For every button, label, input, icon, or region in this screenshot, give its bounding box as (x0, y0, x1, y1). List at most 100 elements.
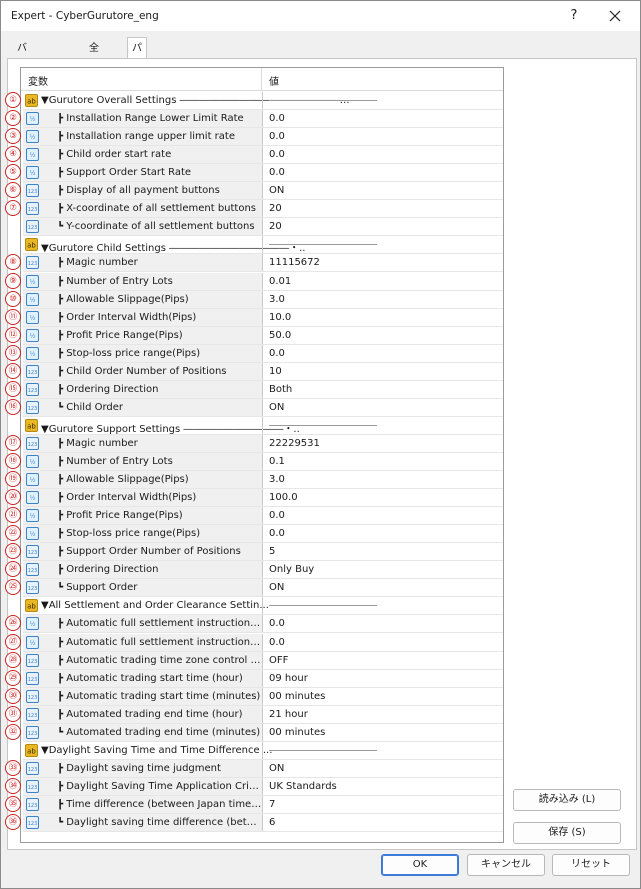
parameter-value[interactable]: 0.0 (269, 510, 285, 521)
parameter-value[interactable]: 3.0 (269, 294, 285, 305)
parameter-row[interactable]: ½ ┣ Profit Price Range(Pips) 50.0 (23, 326, 503, 345)
cell-divider (262, 182, 263, 200)
parameter-value[interactable]: 20 (269, 203, 282, 214)
double-type-icon: ½ (26, 473, 39, 487)
column-divider[interactable] (261, 68, 262, 91)
parameter-value[interactable]: ON (269, 185, 284, 196)
parameter-value[interactable]: 0.0 (269, 131, 285, 142)
parameter-row[interactable]: 123 ┣ Automatic trading start time (minut… (23, 687, 503, 706)
parameter-value[interactable]: 20 (269, 221, 282, 232)
parameter-value[interactable]: 0.0 (269, 618, 285, 629)
parameter-row[interactable]: ½ ┣ Order Interval Width(Pips) 100.0 (23, 489, 503, 508)
parameter-row[interactable]: ½ ┣ Profit Price Range(Pips) 0.0 (23, 507, 503, 526)
parameter-value[interactable]: 6 (269, 817, 275, 828)
parameter-value[interactable]: 0.1 (269, 456, 285, 467)
parameter-row[interactable]: ½ ┣ Child order start rate 0.0 (23, 146, 503, 165)
parameter-value[interactable]: ON (269, 402, 284, 413)
parameter-value[interactable]: 00 minutes (269, 691, 325, 702)
svg-text:123: 123 (28, 821, 38, 827)
column-header-value[interactable]: 値 (269, 73, 279, 88)
parameter-value[interactable]: 00 minutes (269, 727, 325, 738)
parameter-row[interactable]: 123 ┣ Automatic trading time zone control… (23, 651, 503, 670)
parameter-value[interactable]: 22229531 (269, 438, 320, 449)
section-header-row[interactable]: ab ▼Gurutore Support Settings ――――――――――・… (23, 416, 503, 435)
parameter-row[interactable]: 123 ┣ Automatic trading start time (hour)… (23, 669, 503, 688)
parameter-value[interactable]: 0.0 (269, 528, 285, 539)
parameter-value[interactable]: 21 hour (269, 709, 308, 720)
parameter-name-cell: 123 ┗ Y-coordinate of all settlement butt… (23, 218, 262, 236)
parameter-value[interactable]: 7 (269, 799, 275, 810)
parameter-row[interactable]: 123 ┣ Time difference (between Japan time… (23, 795, 503, 814)
section-header-row[interactable]: ab ▼Gurutore Child Settings ――――――――――――・… (23, 236, 503, 255)
tab-general[interactable]: 全般 (85, 39, 103, 73)
parameter-name: ┣ Allowable Slippage(Pips) (57, 474, 189, 486)
parameter-row[interactable]: ½ ┣ Stop-loss price range(Pips) 0.0 (23, 344, 503, 363)
load-button[interactable]: 読み込み (L) (513, 789, 621, 811)
parameter-row[interactable]: ½ ┣ Allowable Slippage(Pips) 3.0 (23, 290, 503, 309)
reset-button[interactable]: リセット (552, 854, 630, 876)
parameter-value[interactable]: 0.01 (269, 276, 291, 287)
parameter-row[interactable]: ½ ┣ Number of Entry Lots 0.01 (23, 272, 503, 291)
parameter-value[interactable]: ON (269, 582, 284, 593)
parameter-row[interactable]: ½ ┣ Installation Range Lower Limit Rate 0.… (23, 110, 503, 129)
parameter-value[interactable]: 0.0 (269, 113, 285, 124)
parameter-row[interactable]: 123 ┣ Display of all payment buttons ON (23, 182, 503, 201)
parameter-value[interactable]: Both (269, 384, 292, 395)
parameter-value[interactable]: 100.0 (269, 492, 298, 503)
column-header-variable[interactable]: 変数 (28, 73, 48, 88)
parameter-row[interactable]: ½ ┣ Support Order Start Rate 0.0 (23, 164, 503, 183)
parameter-row[interactable]: ½ ┣ Automatic full settlement instruction… (23, 615, 503, 634)
parameter-row[interactable]: 123 ┣ Daylight saving time judgment ON (23, 759, 503, 778)
parameter-row[interactable]: 123 ┣ Child Order Number of Positions 10 (23, 362, 503, 381)
close-button[interactable] (601, 5, 629, 27)
parameter-row[interactable]: 123 ┗ Child Order ON (23, 398, 503, 417)
ok-button[interactable]: OK (381, 854, 459, 876)
parameter-row[interactable]: ½ ┣ Allowable Slippage(Pips) 3.0 (23, 471, 503, 490)
parameter-row[interactable]: ½ ┣ Order Interval Width(Pips) 10.0 (23, 308, 503, 327)
parameter-value[interactable]: 0.0 (269, 348, 285, 359)
section-header-row[interactable]: ab ▼Daylight Saving Time and Time Differe… (23, 741, 503, 760)
parameter-value[interactable]: OFF (269, 655, 288, 666)
parameter-grid[interactable]: 変数 値 ab ▼Gurutore Overall Settings ――――――… (20, 67, 504, 843)
parameter-row[interactable]: ½ ┣ Stop-loss price range(Pips) 0.0 (23, 525, 503, 544)
parameter-value[interactable]: UK Standards (269, 781, 337, 792)
parameter-value[interactable]: 09 hour (269, 673, 308, 684)
parameter-row[interactable]: ½ ┣ Number of Entry Lots 0.1 (23, 453, 503, 471)
annotation-badge: ② (5, 110, 21, 127)
parameter-row[interactable]: 123 ┣ Magic number 22229531 (23, 434, 503, 453)
parameter-row[interactable]: 123 ┣ Magic number 11115672 (23, 254, 503, 273)
parameter-value[interactable]: 50.0 (269, 330, 291, 341)
parameter-value[interactable]: 10 (269, 366, 282, 377)
tab-parameters[interactable]: パラメーターの入力 (127, 37, 147, 222)
parameter-row[interactable]: 123 ┣ Support Order Number of Positions 5 (23, 543, 503, 562)
cancel-button[interactable]: キャンセル (467, 854, 545, 876)
parameter-row[interactable]: 123 ┗ Automated trading end time (minutes… (23, 723, 503, 742)
parameter-value[interactable]: 10.0 (269, 312, 291, 323)
parameter-row[interactable]: 123 ┣ Automated trading end time (hour) 21… (23, 705, 503, 724)
svg-text:ab: ab (27, 98, 36, 106)
section-header-row[interactable]: ab ▼All Settlement and Order Clearance Se… (23, 597, 503, 616)
section-header-row[interactable]: ab ▼Gurutore Overall Settings ―――――――――――… (23, 92, 503, 110)
parameter-value[interactable]: 0.0 (269, 149, 285, 160)
parameter-row[interactable]: 123 ┣ X-coordinate of all settlement butt… (23, 200, 503, 219)
parameter-value[interactable]: 0.0 (269, 167, 285, 178)
tab-version-info[interactable]: バージョン情報 (13, 39, 31, 168)
parameter-value[interactable]: 0.0 (269, 637, 285, 648)
parameter-row[interactable]: ½ ┣ Automatic full settlement instruction… (23, 633, 503, 652)
parameter-row[interactable]: 123 ┗ Daylight saving time difference (be… (23, 814, 503, 832)
parameter-value[interactable]: ON (269, 763, 284, 774)
parameter-row[interactable]: 123 ┣ Daylight Saving Time Application Cr… (23, 777, 503, 796)
parameter-row[interactable]: 123 ┣ Ordering Direction Both (23, 380, 503, 399)
parameter-row[interactable]: 123 ┣ Ordering Direction Only Buy (23, 561, 503, 580)
parameter-row[interactable]: 123 ┗ Y-coordinate of all settlement butt… (23, 218, 503, 237)
annotation-badge: ⑰ (5, 434, 21, 451)
svg-text:123: 123 (28, 225, 38, 231)
help-button[interactable]: ? (561, 5, 587, 27)
save-button[interactable]: 保存 (S) (513, 822, 621, 844)
parameter-value[interactable]: 11115672 (269, 257, 320, 268)
parameter-value[interactable]: 5 (269, 546, 275, 557)
parameter-row[interactable]: 123 ┗ Support Order ON (23, 579, 503, 598)
parameter-value[interactable]: Only Buy (269, 564, 314, 575)
parameter-row[interactable]: ½ ┣ Installation range upper limit rate 0.… (23, 128, 503, 147)
parameter-value[interactable]: 3.0 (269, 474, 285, 485)
